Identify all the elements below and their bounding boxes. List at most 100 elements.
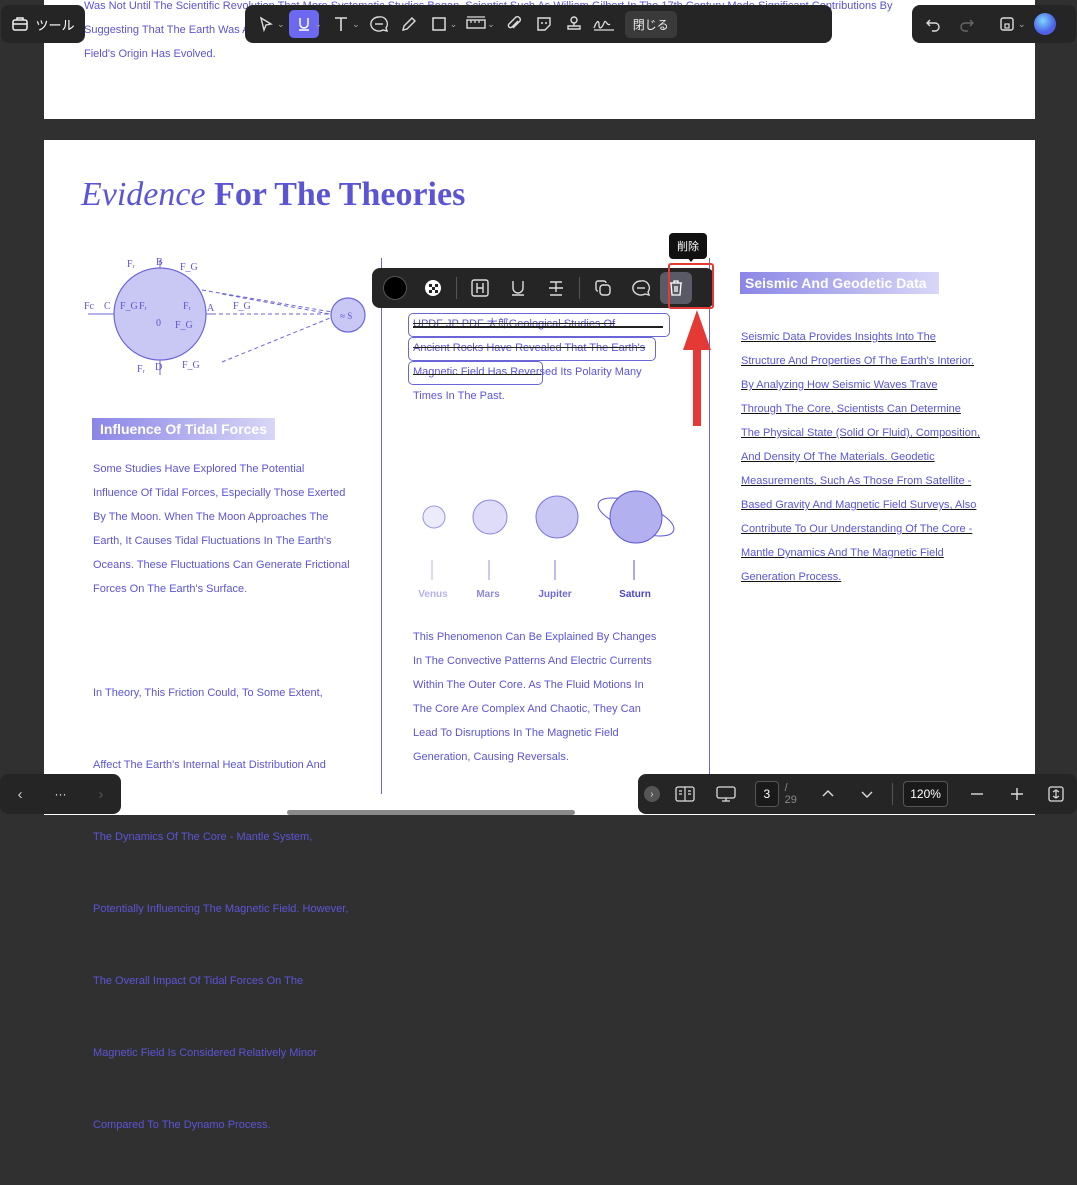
underlined-line: Structure And Properties Of The Earth's … xyxy=(741,355,975,367)
planet-label-saturn: Saturn xyxy=(619,589,651,600)
struck-line: Ancient Rocks Have Revealed That The Ear… xyxy=(413,342,646,354)
horizontal-scrollbar[interactable] xyxy=(287,810,575,815)
close-button[interactable]: 閉じる xyxy=(624,10,677,38)
label-b: B xyxy=(156,257,163,268)
text-line: Lead To Disruptions In The Magnetic Fiel… xyxy=(413,727,619,739)
redo-icon[interactable] xyxy=(952,10,982,38)
text-line: Affect The Earth's Internal Heat Distrib… xyxy=(93,759,326,771)
seismic-heading: Seismic And Geodetic Data xyxy=(740,272,939,294)
chevron-down-icon[interactable]: ⌄ xyxy=(315,19,323,30)
undo-icon[interactable] xyxy=(918,10,948,38)
chevron-down-icon[interactable]: ⌄ xyxy=(1018,19,1026,30)
text-line: By The Moon. When The Moon Approaches Th… xyxy=(93,511,329,523)
title-italic: Evidence xyxy=(81,176,206,213)
tools-button[interactable]: ツール xyxy=(1,5,85,43)
top-right-controls: ⌄ xyxy=(912,5,1076,43)
underlined-line: Generation Process. xyxy=(741,571,842,583)
planets-illustration xyxy=(422,490,675,580)
tidal-heading: Influence Of Tidal Forces xyxy=(92,418,276,440)
text-line: Oceans. These Fluctuations Can Generate … xyxy=(93,559,350,571)
page-down-icon[interactable] xyxy=(852,780,882,808)
red-pointer-arrow-icon xyxy=(683,310,711,426)
underlined-line: Through The Core, Scientists Can Determi… xyxy=(741,403,961,415)
fit-page-icon[interactable] xyxy=(1041,780,1071,808)
strikethrough-tool-icon[interactable] xyxy=(537,270,575,306)
annotation-toolbar: ⌄ ⌄ ⌄ ⌄ ⌄ 閉じる xyxy=(245,5,832,43)
tooltip-arrow xyxy=(686,256,696,262)
text-line: Compared To The Dynamo Process. xyxy=(93,1119,271,1131)
previous-arrow-icon[interactable]: ‹ xyxy=(5,780,35,808)
text-line: Forces On The Earth's Surface. xyxy=(93,583,248,595)
text-line: The Dynamics Of The Core - Mantle System… xyxy=(93,831,313,843)
opacity-pattern-icon[interactable] xyxy=(414,270,452,306)
label-fg: F_G xyxy=(180,262,198,273)
bottom-toolbar: › 3 / 29 120% xyxy=(638,774,1077,814)
presentation-icon[interactable] xyxy=(711,780,741,808)
zoom-in-icon[interactable] xyxy=(1002,780,1032,808)
page-total: / 29 xyxy=(784,782,797,806)
label-fg: F_G xyxy=(233,301,251,312)
planet-label-mars: Mars xyxy=(476,589,500,600)
text-line: Potentially Influencing The Magnetic Fie… xyxy=(93,903,349,915)
text-line: Some Studies Have Explored The Potential xyxy=(93,463,305,475)
svg-text:≈ S: ≈ S xyxy=(340,311,352,321)
page-number-input[interactable]: 3 xyxy=(754,781,779,807)
text-line: Magnetic Field Is Considered Relatively … xyxy=(93,1047,317,1059)
underlined-line: Based Gravity And Magnetic Field Surveys… xyxy=(741,499,977,511)
underlined-line: Mantle Dynamics And The Magnetic Field xyxy=(741,547,944,559)
zoom-out-icon[interactable] xyxy=(962,780,992,808)
stamp-tool-icon[interactable] xyxy=(559,10,589,38)
tidal-force-diagram: ≈ S Fᵣ B F_G Fc C F_G Fᵣ 0 Fᵣ A F_G F_G … xyxy=(84,257,366,375)
chevron-down-icon[interactable]: ⌄ xyxy=(277,19,285,30)
more-icon[interactable]: ··· xyxy=(45,780,75,808)
signature-tool-icon[interactable] xyxy=(589,10,619,38)
zoom-level-input[interactable]: 120% xyxy=(902,781,949,807)
tidal-paragraph-1: Some Studies Have Explored The Potential… xyxy=(93,457,350,601)
column-divider xyxy=(381,258,382,794)
page-layout-icon[interactable] xyxy=(670,780,700,808)
tidal-paragraph-2: In Theory, This Friction Could, To Some … xyxy=(93,633,348,1185)
comment-icon[interactable] xyxy=(622,270,660,306)
chevron-down-icon[interactable]: ⌄ xyxy=(450,19,458,30)
text-line: In Theory, This Friction Could, To Some … xyxy=(93,687,323,699)
color-swatch-icon[interactable] xyxy=(376,270,414,306)
text-line: In The Convective Patterns And Electric … xyxy=(413,655,652,667)
comment-tool-icon[interactable] xyxy=(364,10,394,38)
underlined-line: And Density Of The Materials. Geodetic xyxy=(741,451,935,463)
collapse-arrow-icon[interactable]: › xyxy=(644,786,660,802)
struck-line: Magnetic Field Has Reversed Its Polarity… xyxy=(413,366,642,378)
label-a: A xyxy=(207,303,215,314)
attach-tool-icon[interactable] xyxy=(499,10,529,38)
current-page: Evidence For The Theories ≈ S Fᵣ B F_G F… xyxy=(44,140,1035,1131)
page-up-icon[interactable] xyxy=(813,780,843,808)
sticker-tool-icon[interactable] xyxy=(529,10,559,38)
next-arrow-icon[interactable]: › xyxy=(86,780,116,808)
highlight-tool-icon[interactable] xyxy=(461,270,499,306)
text-line: Earth, It Causes Tidal Fluctuations In T… xyxy=(93,535,332,547)
text-line: Times In The Past. xyxy=(413,390,505,402)
chevron-down-icon[interactable]: ⌄ xyxy=(352,19,360,30)
chevron-down-icon[interactable]: ⌄ xyxy=(487,19,495,30)
underlined-line: Seismic Data Provides Insights Into The xyxy=(741,331,936,343)
planet-label-venus: Venus xyxy=(418,589,448,600)
label-d: D xyxy=(155,362,162,373)
planet-label-jupiter: Jupiter xyxy=(538,589,572,600)
tools-button-label: ツール xyxy=(35,17,75,33)
divider xyxy=(579,277,580,299)
pencil-tool-icon[interactable] xyxy=(394,10,424,38)
middle-paragraph: This Phenomenon Can Be Explained By Chan… xyxy=(413,625,656,769)
label-fr: Fᵣ xyxy=(139,301,148,312)
text-line: Generation, Causing Reversals. xyxy=(413,751,569,763)
page-title: Evidence For The Theories xyxy=(81,176,465,214)
text-line: Influence Of Tidal Forces, Especially Th… xyxy=(93,487,346,499)
text-line: The Overall Impact Of Tidal Forces On Th… xyxy=(93,975,304,987)
underline-tool-icon[interactable] xyxy=(499,270,537,306)
text-line: Within The Outer Core. As The Fluid Moti… xyxy=(413,679,644,691)
strike-mark xyxy=(413,374,541,375)
label-fr: Fᵣ xyxy=(137,364,146,375)
ai-assistant-icon[interactable] xyxy=(1033,13,1056,35)
label-zero: 0 xyxy=(156,318,161,329)
copy-icon[interactable] xyxy=(584,270,622,306)
text-line: The Core Are Complex And Chaotic, They C… xyxy=(413,703,641,715)
label-fc: Fc xyxy=(84,301,95,312)
